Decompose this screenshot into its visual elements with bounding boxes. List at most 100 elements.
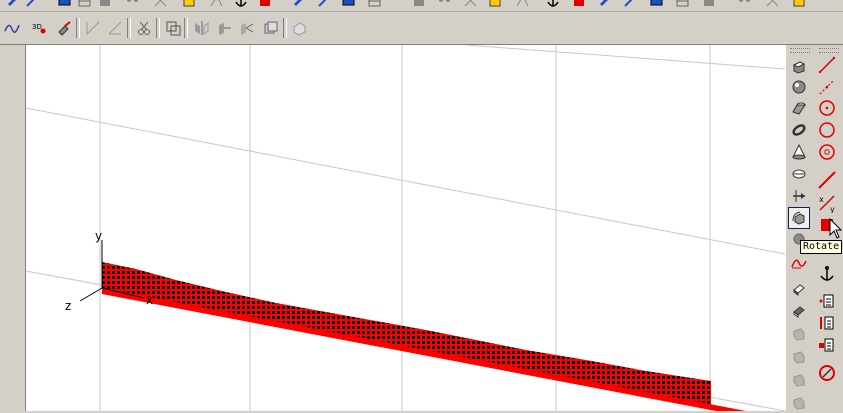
eraser-alt-icon (793, 306, 805, 318)
fillet-button[interactable] (700, 0, 718, 10)
sketch-button[interactable] (596, 0, 614, 10)
eraser-alt-button[interactable] (789, 301, 809, 321)
view-button[interactable] (56, 0, 74, 10)
group-icon (166, 21, 181, 36)
toolbar-separator (76, 18, 80, 38)
measure-icon (210, 0, 223, 7)
constraint-button[interactable] (462, 0, 480, 10)
panel-grip[interactable] (819, 48, 839, 53)
spline-red-button[interactable] (789, 253, 809, 273)
grid-icon (676, 0, 689, 7)
face-button[interactable] (789, 393, 809, 413)
diagonal-line-button[interactable] (817, 170, 837, 190)
dashed-line-button[interactable] (817, 77, 837, 97)
face-button[interactable] (789, 370, 809, 390)
3d-point-button[interactable]: 3D (31, 19, 49, 37)
anchor-button[interactable] (232, 0, 250, 10)
render-button[interactable] (256, 0, 274, 10)
pattern-button[interactable] (436, 0, 454, 10)
mirror-icon (195, 21, 209, 35)
grid-lines (26, 45, 785, 411)
extruded-body[interactable] (102, 262, 711, 408)
curve-button[interactable] (316, 0, 334, 10)
measure-button[interactable] (208, 0, 226, 10)
fillet-button[interactable] (410, 0, 428, 10)
arc-button[interactable] (817, 142, 837, 162)
dimension-icon (793, 0, 805, 7)
dimension-button[interactable] (180, 0, 198, 10)
torus-button[interactable] (789, 120, 809, 140)
line-tool-button[interactable] (84, 19, 102, 37)
fillet-button[interactable] (96, 0, 114, 10)
constraint-button[interactable] (764, 0, 782, 10)
circle-button[interactable] (817, 120, 837, 140)
eraser-button[interactable] (789, 279, 809, 299)
grid-button[interactable] (366, 0, 384, 10)
pattern-button[interactable] (124, 0, 142, 10)
dimension-button[interactable] (486, 0, 504, 10)
spline-icon (4, 24, 20, 33)
no-symbol-icon (819, 365, 835, 381)
face-button[interactable] (789, 347, 809, 367)
sphere-button[interactable] (789, 77, 809, 97)
rotate-button[interactable] (788, 207, 810, 229)
circle-icon (819, 122, 835, 138)
render-button[interactable] (570, 0, 588, 10)
angle-tool-button[interactable] (106, 19, 124, 37)
spline-button[interactable] (3, 19, 21, 37)
stack-icon (264, 21, 278, 34)
box-button[interactable] (789, 56, 809, 76)
face-icon (793, 397, 805, 410)
line-button[interactable] (817, 55, 837, 75)
brush-button[interactable] (55, 19, 73, 37)
constraint-button[interactable] (152, 0, 170, 10)
xy-line-button[interactable]: xy (817, 193, 837, 213)
list-bar-button[interactable] (817, 313, 837, 333)
line-icon (818, 56, 836, 74)
pattern-button[interactable] (736, 0, 754, 10)
circle-center-button[interactable] (817, 98, 837, 118)
solid-button[interactable] (290, 19, 308, 37)
move-arrow-button[interactable] (789, 186, 809, 206)
anchor-button[interactable] (544, 0, 562, 10)
stack-button[interactable] (262, 19, 280, 37)
grid-button[interactable] (76, 0, 94, 10)
pattern-copy-icon (241, 23, 254, 35)
cone-button[interactable] (789, 142, 809, 162)
fillet-icon (414, 0, 424, 6)
list-box-button[interactable] (817, 335, 837, 355)
mirror-button[interactable] (192, 19, 210, 37)
box-icon (792, 61, 806, 74)
cut-icon (138, 21, 150, 35)
view-button[interactable] (648, 0, 666, 10)
dimension-button[interactable] (790, 0, 808, 10)
measure-button[interactable] (514, 0, 532, 10)
move-icon (219, 23, 231, 35)
diagonal-line-icon (818, 171, 836, 189)
ellipse-button[interactable] (789, 164, 809, 184)
cylinder-button[interactable] (789, 98, 809, 118)
cut-button[interactable] (135, 19, 153, 37)
dimension-icon (183, 0, 195, 7)
list-box-icon (819, 338, 834, 352)
no-symbol-button[interactable] (817, 363, 837, 383)
svg-text:3D: 3D (32, 23, 42, 31)
sketch-button[interactable] (290, 0, 308, 10)
arc-icon (819, 144, 835, 160)
viewport-canvas[interactable]: y x z (26, 45, 785, 411)
move-button[interactable] (215, 19, 233, 37)
bullet-list-button[interactable] (817, 291, 837, 311)
render-icon (574, 0, 584, 6)
face-button[interactable] (789, 324, 809, 344)
curve-button[interactable] (24, 0, 42, 10)
grid-button[interactable] (674, 0, 692, 10)
3d-viewport[interactable]: y x z (26, 45, 785, 411)
view-button[interactable] (340, 0, 358, 10)
pattern-copy-button[interactable] (238, 19, 256, 37)
curve-button[interactable] (622, 0, 640, 10)
anchor-button[interactable] (817, 264, 837, 284)
cone-icon (792, 143, 806, 160)
sketch-button[interactable] (4, 0, 22, 10)
group-button[interactable] (164, 19, 182, 37)
panel-grip[interactable] (790, 48, 810, 53)
